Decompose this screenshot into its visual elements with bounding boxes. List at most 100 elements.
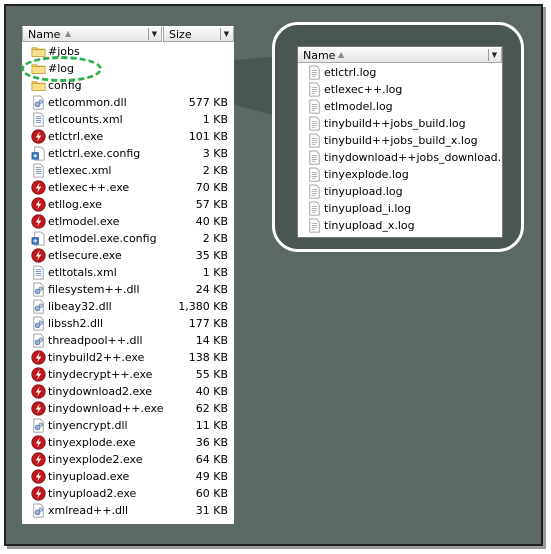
file-name: etlmodel.log: [324, 100, 393, 113]
list-item[interactable]: etlsecure.exe 35 KB: [22, 247, 234, 264]
file-size: 40 KB: [195, 215, 228, 228]
xml-file-icon: [31, 265, 46, 280]
list-item[interactable]: etlmodel.exe.config 2 KB: [22, 230, 234, 247]
file-name: tinyupload.exe: [48, 470, 130, 483]
file-size: 62 KB: [195, 402, 228, 415]
exe-app-icon: [31, 384, 46, 399]
config-file-icon: [31, 231, 46, 246]
file-size: 177 KB: [188, 317, 228, 330]
file-size: 1,380 KB: [178, 300, 228, 313]
text-file-icon: [307, 167, 322, 182]
chevron-down-icon[interactable]: ▼: [488, 49, 500, 61]
file-name: tinyencrypt.dll: [48, 419, 128, 432]
file-size: 36 KB: [195, 436, 228, 449]
list-item[interactable]: tinydecrypt++.exe 55 KB: [22, 366, 234, 383]
list-item[interactable]: tinyexplode.log: [298, 166, 502, 183]
log-folder-list-pane[interactable]: Name ▲ ▼ etlctrl.log etlexec++.log etlmode…: [297, 46, 503, 238]
file-name: etlmodel.exe: [48, 215, 120, 228]
list-item[interactable]: libssh2.dll 177 KB: [22, 315, 234, 332]
file-name: threadpool++.dll: [48, 334, 143, 347]
dll-file-icon: [31, 299, 46, 314]
file-size: 24 KB: [195, 283, 228, 296]
file-size: 1 KB: [202, 266, 228, 279]
file-size: 14 KB: [195, 334, 228, 347]
list-item[interactable]: etltotals.xml 1 KB: [22, 264, 234, 281]
file-list-pane[interactable]: Name ▲ ▼ Size ▼ #jobs #log config etlcommon…: [22, 26, 234, 524]
list-item[interactable]: tinyupload.exe 49 KB: [22, 468, 234, 485]
text-file-icon: [307, 65, 322, 80]
list-item[interactable]: tinyupload_i.log: [298, 200, 502, 217]
file-name: tinydecrypt++.exe: [48, 368, 153, 381]
file-name: etlctrl.log: [324, 66, 377, 79]
list-item[interactable]: etlexec.xml 2 KB: [22, 162, 234, 179]
file-size: 57 KB: [195, 198, 228, 211]
list-item[interactable]: tinyexplode.exe 36 KB: [22, 434, 234, 451]
file-name: tinydownload2.exe: [48, 385, 153, 398]
file-name: etllog.exe: [48, 198, 102, 211]
list-item[interactable]: tinyupload2.exe 60 KB: [22, 485, 234, 502]
file-size: 2 KB: [202, 232, 228, 245]
list-item[interactable]: tinybuild++jobs_build_x.log: [298, 132, 502, 149]
list-item[interactable]: etlcommon.dll 577 KB: [22, 94, 234, 111]
list-item[interactable]: etlexec++.log: [298, 81, 502, 98]
file-size: 101 KB: [188, 130, 228, 143]
column-header-name[interactable]: Name ▲ ▼: [22, 26, 162, 42]
list-item[interactable]: tinydownload2.exe 40 KB: [22, 383, 234, 400]
file-name: tinydownload++.exe: [48, 402, 164, 415]
file-size: 31 KB: [195, 504, 228, 517]
file-name: tinyupload2.exe: [48, 487, 137, 500]
list-item[interactable]: tinyencrypt.dll 11 KB: [22, 417, 234, 434]
file-name: etlmodel.exe.config: [48, 232, 157, 245]
list-item[interactable]: etlcounts.xml 1 KB: [22, 111, 234, 128]
file-size: 2 KB: [202, 164, 228, 177]
list-item[interactable]: tinydownload++.exe 62 KB: [22, 400, 234, 417]
list-item[interactable]: etlctrl.log: [298, 64, 502, 81]
text-file-icon: [307, 184, 322, 199]
text-file-icon: [307, 116, 322, 131]
list-item[interactable]: etllog.exe 57 KB: [22, 196, 234, 213]
list-item[interactable]: libeay32.dll 1,380 KB: [22, 298, 234, 315]
exe-app-icon: [31, 129, 46, 144]
file-name: etlctrl.exe.config: [48, 147, 141, 160]
dll-file-icon: [31, 418, 46, 433]
chevron-down-icon[interactable]: ▼: [148, 28, 160, 40]
list-item[interactable]: etlctrl.exe.config 3 KB: [22, 145, 234, 162]
dll-file-icon: [31, 95, 46, 110]
column-header-name-label: Name: [303, 49, 336, 62]
list-item[interactable]: etlmodel.exe 40 KB: [22, 213, 234, 230]
list-item[interactable]: tinyupload.log: [298, 183, 502, 200]
list-item[interactable]: filesystem++.dll 24 KB: [22, 281, 234, 298]
list-item[interactable]: xmlread++.dll 31 KB: [22, 502, 234, 519]
list-item[interactable]: tinydownload++jobs_download.log: [298, 149, 502, 166]
text-file-icon: [307, 133, 322, 148]
text-file-icon: [307, 218, 322, 233]
dll-file-icon: [31, 503, 46, 518]
file-size: 35 KB: [195, 249, 228, 262]
file-size: 55 KB: [195, 368, 228, 381]
column-header-name[interactable]: Name ▲ ▼: [298, 47, 502, 63]
file-name: tinybuild2++.exe: [48, 351, 145, 364]
file-size: 40 KB: [195, 385, 228, 398]
file-name: tinydownload++jobs_download.log: [324, 151, 503, 164]
file-name: libssh2.dll: [48, 317, 104, 330]
file-size: 577 KB: [188, 96, 228, 109]
file-name: tinyupload_i.log: [324, 202, 412, 215]
column-header-size[interactable]: Size ▼: [163, 26, 234, 42]
list-item[interactable]: tinyupload_x.log: [298, 217, 502, 234]
list-item[interactable]: threadpool++.dll 14 KB: [22, 332, 234, 349]
config-file-icon: [31, 146, 46, 161]
file-size: 138 KB: [188, 351, 228, 364]
chevron-down-icon[interactable]: ▼: [220, 28, 232, 40]
list-item[interactable]: tinybuild2++.exe 138 KB: [22, 349, 234, 366]
list-item[interactable]: etlctrl.exe 101 KB: [22, 128, 234, 145]
file-size: 1 KB: [202, 113, 228, 126]
file-name: tinybuild++jobs_build.log: [324, 117, 466, 130]
file-name: etlexec.xml: [48, 164, 112, 177]
list-item[interactable]: tinybuild++jobs_build.log: [298, 115, 502, 132]
list-item[interactable]: etlexec++.exe 70 KB: [22, 179, 234, 196]
file-size: 3 KB: [202, 147, 228, 160]
list-item[interactable]: etlmodel.log: [298, 98, 502, 115]
text-file-icon: [307, 82, 322, 97]
file-name: libeay32.dll: [48, 300, 112, 313]
list-item[interactable]: tinyexplode2.exe 64 KB: [22, 451, 234, 468]
